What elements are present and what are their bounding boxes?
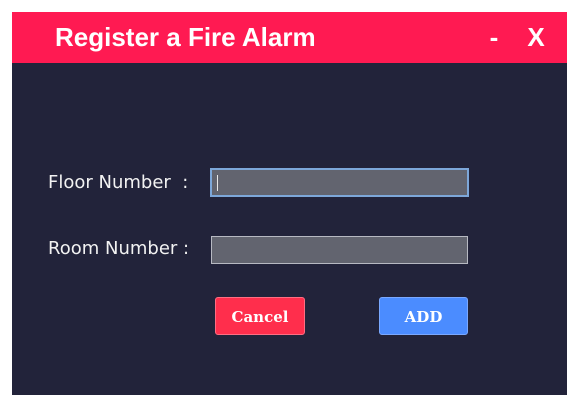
floor-number-label: Floor Number :	[48, 172, 189, 193]
register-fire-alarm-dialog: Register a Fire Alarm - X Floor Number :…	[12, 12, 567, 395]
room-number-label: Room Number :	[48, 238, 190, 259]
title-bar[interactable]: Register a Fire Alarm - X	[12, 12, 567, 63]
room-number-input[interactable]	[211, 236, 468, 264]
add-button[interactable]: ADD	[379, 297, 468, 335]
text-caret	[217, 175, 218, 191]
dialog-title: Register a Fire Alarm	[55, 22, 316, 52]
floor-number-input[interactable]	[210, 168, 469, 197]
close-button[interactable]: X	[524, 20, 548, 54]
minimize-button[interactable]: -	[484, 20, 504, 54]
cancel-button[interactable]: Cancel	[215, 297, 305, 335]
